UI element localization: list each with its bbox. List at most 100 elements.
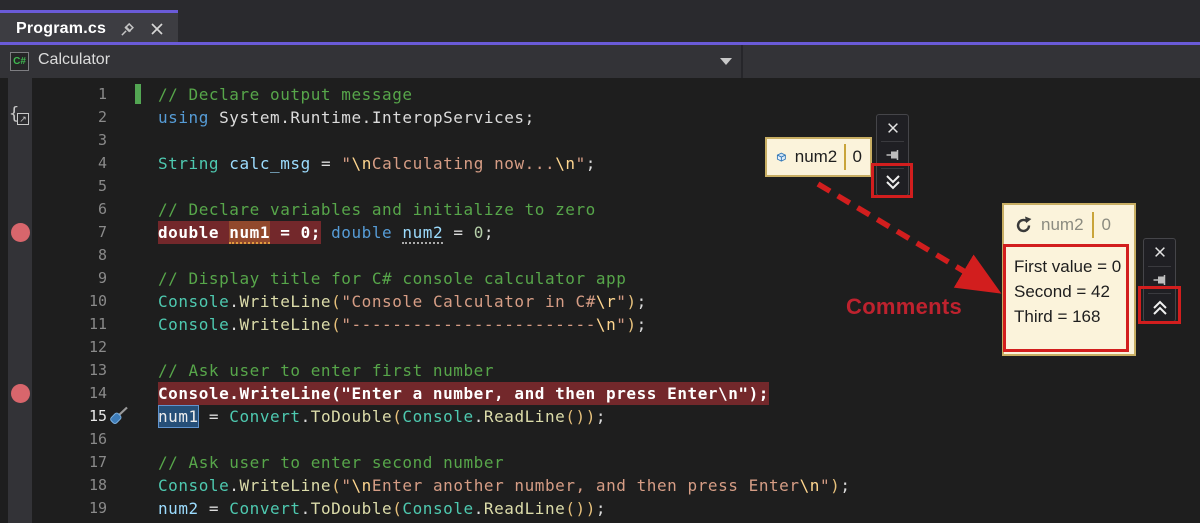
code-text: num1 = Convert.ToDouble(Console.ReadLine… (158, 405, 606, 428)
code-token: ) (626, 315, 637, 334)
code-token: ; (636, 315, 647, 334)
code-line-4[interactable]: 4 String calc_msg = "\nCalculating now...… (0, 152, 1200, 175)
close-datatip-button[interactable] (877, 115, 908, 141)
code-token: // Display title for C# console calculat… (158, 269, 627, 288)
code-token: Console (402, 499, 474, 518)
code-line-15[interactable]: 15 num1 = Convert.ToDouble(Console.ReadLi… (0, 405, 1200, 428)
close-datatip-button[interactable] (1144, 239, 1175, 266)
code-token: = (198, 499, 230, 518)
pinned-tip-margin-icon[interactable] (107, 406, 129, 427)
code-line-16[interactable]: 16 (0, 428, 1200, 451)
line-number: 15 (88, 407, 107, 425)
line-number: 9 (97, 269, 107, 287)
code-token: ReadLine (483, 499, 566, 518)
code-line-13[interactable]: 13 // Ask user to enter first number (0, 359, 1200, 382)
code-text: using System.Runtime.InteropServices; (158, 106, 535, 129)
code-token: ; (840, 476, 851, 495)
usings-brace-icon[interactable]: {↗ (9, 104, 33, 130)
code-token: . (229, 315, 240, 334)
code-token: \n (595, 315, 617, 334)
code-token: WriteLine (239, 292, 332, 311)
line-number: 12 (88, 338, 107, 356)
code-token: () (565, 407, 586, 426)
line-number: 14 (88, 384, 107, 402)
code-text: // Ask user to enter second number (158, 451, 504, 474)
line-number: 4 (97, 154, 107, 172)
pin-tab-icon[interactable] (118, 20, 136, 38)
code-text: Console.WriteLine("Enter a number, and t… (158, 382, 769, 405)
tab-strip: Program.cs (0, 0, 1200, 45)
tab-program-cs[interactable]: Program.cs (0, 10, 178, 45)
code-token: " (341, 154, 352, 173)
code-token: ; (585, 154, 596, 173)
code-token: " (616, 292, 627, 311)
code-line-14[interactable]: 14 Console.WriteLine("Enter a number, and… (0, 382, 1200, 405)
code-token: " (819, 476, 831, 495)
code-token: System.Runtime.InteropServices; (208, 108, 535, 127)
line-number: 13 (88, 361, 107, 379)
datatip-value: 0 (852, 147, 862, 166)
code-token: Console (158, 292, 230, 311)
line-number: 3 (97, 131, 107, 149)
code-token: WriteLine (239, 315, 332, 334)
chevron-down-icon[interactable] (720, 58, 732, 65)
datatip-divider (844, 144, 846, 170)
breakpoint-icon[interactable] (11, 223, 30, 242)
code-line-17[interactable]: 17 // Ask user to enter second number (0, 451, 1200, 474)
code-text: // Declare output message (158, 83, 413, 106)
code-text: Console.WriteLine("\nEnter another numbe… (158, 474, 851, 497)
code-token: Calculating now... (371, 154, 556, 173)
annotation-box-expand-button (871, 163, 913, 198)
change-tracking-bar (135, 84, 141, 104)
code-token: calc_msg (229, 154, 311, 173)
code-token: ( (331, 292, 342, 311)
code-token: ; (595, 499, 607, 518)
code-text: // Declare variables and initialize to z… (158, 198, 596, 221)
code-token: Console.WriteLine("Enter a number, and t… (158, 382, 769, 405)
expanded-datatip-header: num2 0 (1004, 205, 1134, 245)
code-line-2[interactable]: 2 {↗ using System.Runtime.InteropServices; (0, 104, 1200, 130)
csharp-file-icon: C# (10, 52, 29, 71)
project-dropdown-label: Calculator (38, 51, 111, 68)
code-text: String calc_msg = "\nCalculating now...\… (158, 152, 596, 175)
code-token: = 0; (270, 221, 321, 244)
line-number: 5 (97, 177, 107, 195)
code-token: // Ask user to enter first number (158, 361, 495, 380)
line-number: 8 (97, 246, 107, 264)
code-token: "------------------------ (341, 315, 596, 334)
code-token: ( (392, 499, 403, 518)
pinned-datatip[interactable]: num2 0 (765, 137, 872, 177)
code-text: num2 = Convert.ToDouble(Console.ReadLine… (158, 497, 606, 520)
code-line-18[interactable]: 18 Console.WriteLine("\nEnter another num… (0, 474, 1200, 497)
vs-editor-window: Program.cs C# Calculator 1 // Declare ou… (0, 0, 1200, 523)
code-text: double num1 = 0; double num2 = 0; (158, 221, 494, 244)
code-token: = (198, 407, 230, 426)
annotation-box-collapse-button (1138, 286, 1181, 324)
breakpoint-icon[interactable] (11, 384, 30, 403)
code-line-5[interactable]: 5 (0, 175, 1200, 198)
line-number: 19 (88, 499, 107, 517)
close-tab-icon[interactable] (148, 20, 166, 38)
code-line-3[interactable]: 3 (0, 129, 1200, 152)
code-token: // Ask user to enter second number (158, 453, 505, 472)
refresh-icon[interactable] (1014, 216, 1033, 235)
project-dropdown[interactable]: C# Calculator (0, 45, 741, 78)
datatip-variable-name: num2 (794, 147, 838, 166)
code-token: Console (158, 476, 230, 495)
code-line-19[interactable]: 19 num2 = Convert.ToDouble(Console.ReadLi… (0, 497, 1200, 520)
code-token: num1 (229, 221, 271, 244)
code-token: ( (331, 476, 342, 495)
code-token: double (158, 221, 230, 244)
code-token: String (158, 154, 220, 173)
code-token: Console (158, 315, 230, 334)
code-token: ; (595, 407, 607, 426)
code-token: = (443, 223, 474, 242)
code-line-1[interactable]: 1 // Declare output message (0, 83, 1200, 106)
line-number: 2 (97, 108, 107, 126)
line-number: 6 (97, 200, 107, 218)
code-token: Enter another number, and then press Ent… (371, 476, 800, 495)
code-token: " (616, 315, 627, 334)
code-token: \n (555, 154, 576, 173)
